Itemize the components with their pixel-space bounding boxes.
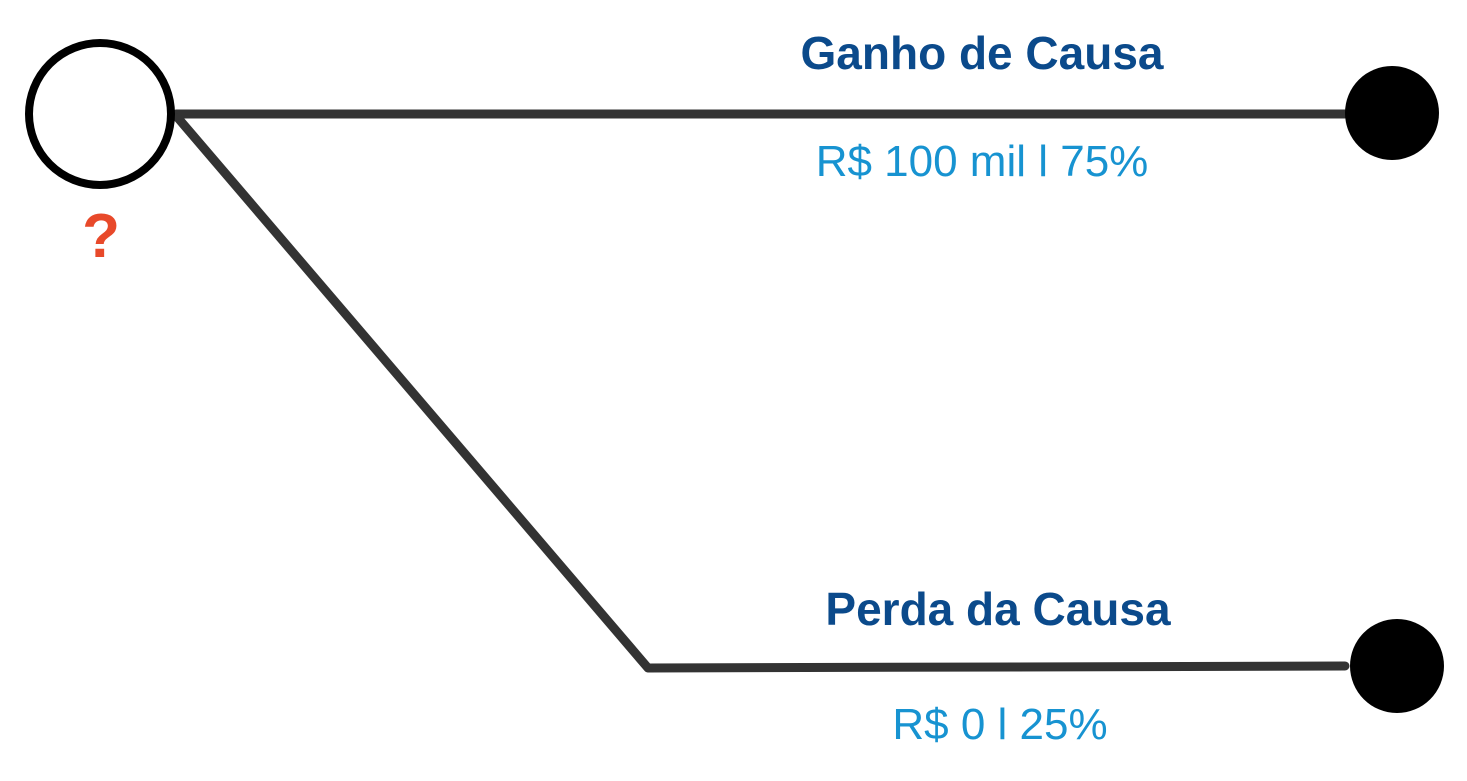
outcome-node-win <box>1345 66 1439 160</box>
branch-win-title: Ganho de Causa <box>800 27 1164 79</box>
branch-loss-values: R$ 0 l 25% <box>892 700 1108 749</box>
decision-tree: ? Ganho de Causa R$ 100 mil l 75% Perda … <box>0 0 1467 776</box>
outcome-node-loss <box>1350 619 1444 713</box>
branch-loss-title: Perda da Causa <box>825 583 1171 635</box>
branch-win-values: R$ 100 mil l 75% <box>815 137 1149 186</box>
decision-tree-canvas <box>25 39 1444 713</box>
decision-node <box>25 39 175 189</box>
decision-node-question-mark: ? <box>82 202 120 271</box>
